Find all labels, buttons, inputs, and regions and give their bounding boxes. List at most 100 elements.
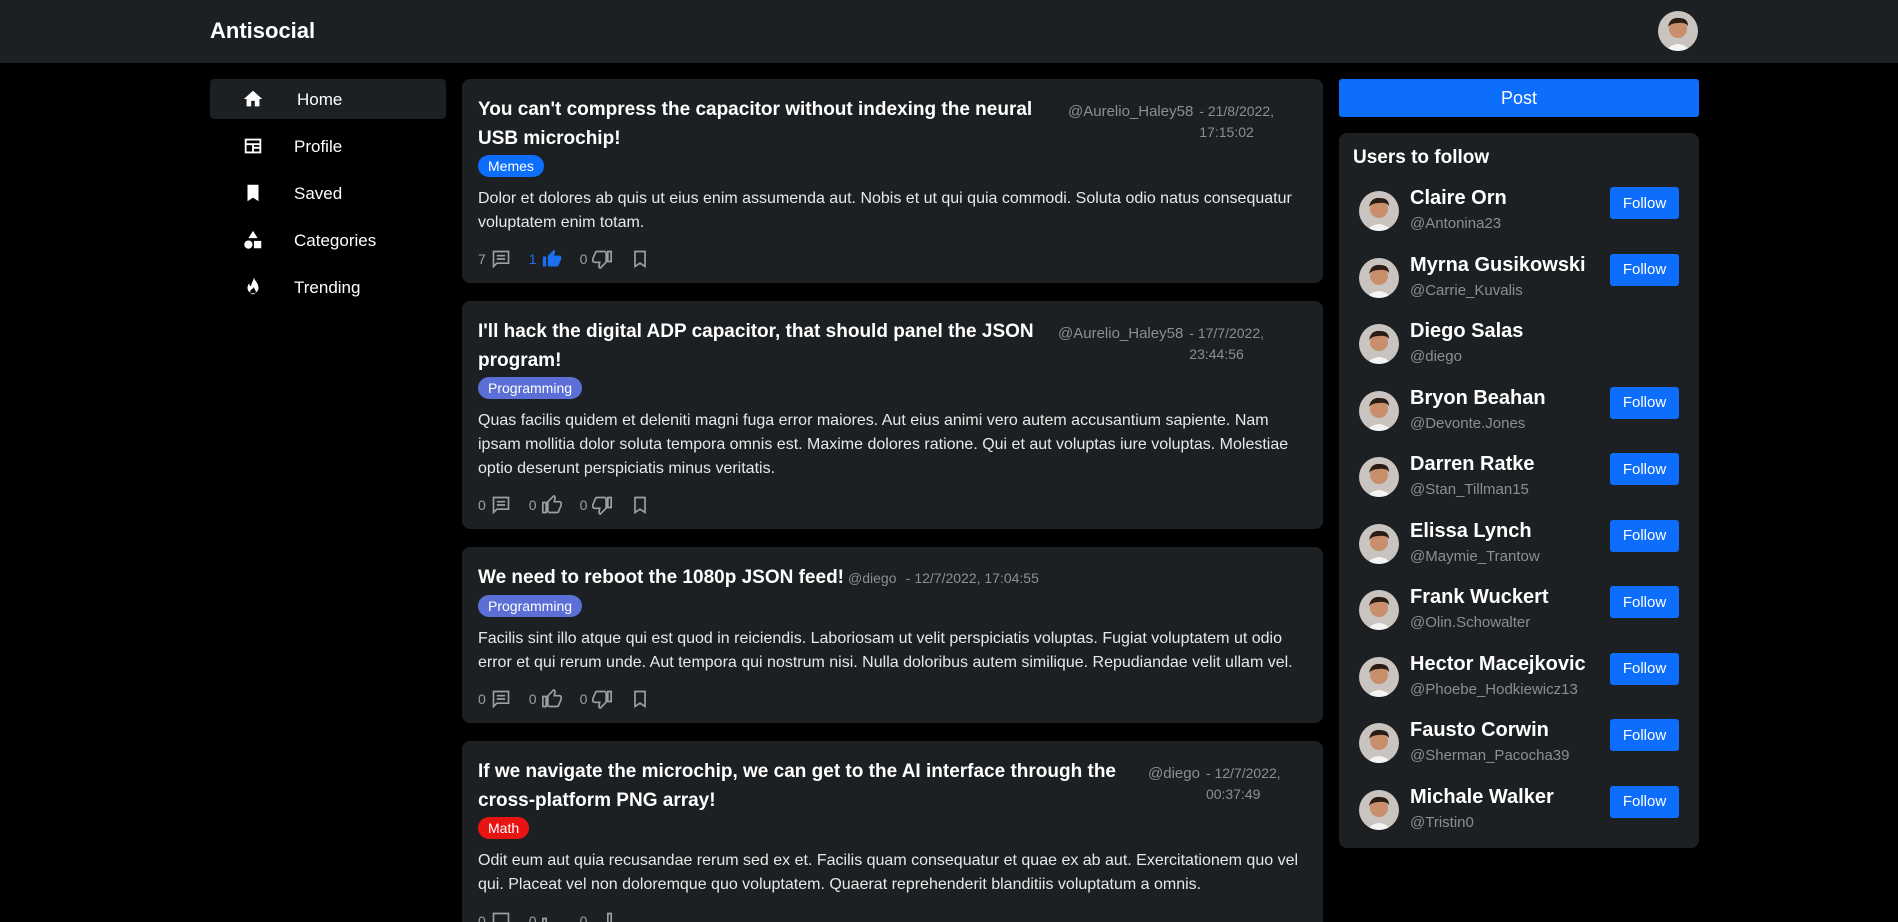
follow-button[interactable]: Follow: [1610, 785, 1679, 818]
sidebar-nav: Home Profile Saved Categories Trending: [210, 79, 446, 314]
avatar-image: [1658, 11, 1698, 51]
user-avatar[interactable]: [1359, 723, 1399, 763]
user-handle: @diego: [1410, 348, 1462, 365]
save-post-button[interactable]: [630, 495, 650, 515]
save-post-button[interactable]: [630, 249, 650, 269]
sidebar-item-trending[interactable]: Trending: [210, 267, 446, 307]
user-avatar[interactable]: [1658, 11, 1698, 51]
follow-button[interactable]: Follow: [1610, 719, 1679, 751]
post-title[interactable]: If we navigate the microchip, we can get…: [478, 757, 1138, 815]
comment-button[interactable]: 0: [478, 689, 511, 709]
post-header: I'll hack the digital ADP capacitor, tha…: [478, 317, 1307, 375]
user-avatar[interactable]: [1359, 324, 1399, 364]
post-title[interactable]: I'll hack the digital ADP capacitor, tha…: [478, 317, 1048, 375]
user-name[interactable]: Diego Salas: [1410, 320, 1523, 343]
follow-user-row: Claire Orn @Antonina23 Follow: [1353, 183, 1685, 250]
user-handle: @Devonte.Jones: [1410, 414, 1526, 432]
follow-button[interactable]: Follow: [1610, 453, 1679, 485]
user-avatar[interactable]: [1359, 590, 1399, 630]
post-actions: 0 0 0: [478, 689, 1307, 709]
app-title[interactable]: Antisocial: [210, 18, 315, 44]
follow-button[interactable]: Follow: [1610, 253, 1679, 286]
sidebar-item-label: Profile: [294, 137, 343, 156]
post-title[interactable]: We need to reboot the 1080p JSON feed!: [478, 567, 844, 588]
user-name[interactable]: Elissa Lynch: [1410, 520, 1532, 543]
user-avatar[interactable]: [1359, 656, 1399, 697]
post-date: - 12/7/2022, 00:37:49: [1205, 765, 1281, 802]
sidebar-item-label: Home: [297, 90, 343, 109]
dislike-button[interactable]: 0: [580, 689, 613, 709]
post-title[interactable]: You can't compress the capacitor without…: [478, 95, 1058, 153]
comment-count: 0: [478, 497, 486, 513]
follow-user-row: Elissa Lynch @Maymie_Trantow Follow: [1353, 516, 1685, 583]
user-name[interactable]: Michale Walker: [1410, 786, 1554, 809]
thumbs-up-icon: [542, 249, 561, 267]
save-post-button[interactable]: [630, 689, 650, 709]
category-tag[interactable]: Memes: [478, 155, 544, 177]
follow-user-row: Michale Walker @Tristin0 Follow: [1353, 782, 1685, 849]
post-author[interactable]: @Aurelio_Haley58: [1058, 325, 1183, 342]
like-count: 0: [528, 691, 537, 707]
user-name[interactable]: Bryon Beahan: [1410, 387, 1546, 410]
follow-button[interactable]: Follow: [1610, 652, 1679, 685]
comment-icon: [492, 912, 510, 922]
like-button[interactable]: 0: [529, 689, 562, 709]
user-avatar[interactable]: [1359, 523, 1399, 564]
sidebar-item-categories[interactable]: Categories: [210, 220, 446, 260]
post-feed: You can't compress the capacitor without…: [462, 79, 1323, 922]
sidebar-item-label: Categories: [294, 231, 377, 250]
like-button[interactable]: 1: [529, 249, 562, 269]
comment-count: 7: [478, 251, 486, 267]
user-name[interactable]: Myrna Gusikowski: [1410, 254, 1586, 277]
post-actions: 0 0 0: [478, 495, 1307, 515]
user-avatar[interactable]: [1359, 257, 1399, 298]
comment-icon: [492, 250, 510, 269]
comment-button[interactable]: 0: [478, 911, 511, 922]
user-avatar[interactable]: [1359, 457, 1399, 497]
post-author[interactable]: @diego: [848, 570, 896, 586]
category-tag[interactable]: Math: [478, 817, 530, 839]
bookmark-outline-icon: [634, 690, 647, 709]
like-button[interactable]: 0: [529, 911, 562, 922]
user-name[interactable]: Frank Wuckert: [1410, 586, 1549, 609]
post-author[interactable]: @diego: [1148, 765, 1200, 782]
follow-button[interactable]: Follow: [1610, 187, 1679, 219]
post-header: You can't compress the capacitor without…: [478, 95, 1307, 153]
category-tag[interactable]: Programming: [478, 377, 583, 399]
post-author[interactable]: @Aurelio_Haley58: [1068, 103, 1193, 120]
follow-button[interactable]: Follow: [1610, 586, 1679, 618]
dislike-count: 0: [579, 497, 588, 513]
user-avatar[interactable]: [1359, 191, 1399, 231]
post-body: Dolor et dolores ab quis ut eius enim as…: [478, 190, 1292, 231]
follow-panel-title: Users to follow: [1353, 147, 1490, 168]
category-tag[interactable]: Programming: [478, 595, 583, 617]
sidebar-item-profile[interactable]: Profile: [210, 126, 446, 166]
comment-button[interactable]: 7: [478, 249, 511, 269]
user-name[interactable]: Fausto Corwin: [1410, 719, 1549, 742]
follow-button[interactable]: Follow: [1610, 386, 1679, 419]
dislike-count: 0: [579, 691, 588, 707]
like-button[interactable]: 0: [529, 495, 562, 515]
new-post-button[interactable]: Post: [1339, 79, 1699, 117]
user-name[interactable]: Hector Macejkovic: [1410, 653, 1586, 676]
dislike-button[interactable]: 0: [580, 249, 613, 269]
user-avatar[interactable]: [1359, 390, 1399, 431]
post-body: Facilis sint illo atque qui est quod in …: [478, 630, 1293, 671]
sidebar-item-label: Saved: [294, 184, 343, 203]
dislike-button[interactable]: 0: [580, 911, 613, 922]
like-count: 1: [528, 251, 537, 267]
categories-icon: [244, 230, 262, 249]
sidebar-item-saved[interactable]: Saved: [210, 173, 446, 213]
sidebar-item-home[interactable]: Home: [210, 79, 446, 119]
follow-button[interactable]: Follow: [1610, 519, 1679, 552]
comment-button[interactable]: 0: [478, 495, 511, 515]
bookmark-icon: [247, 184, 259, 202]
thumbs-down-icon: [607, 912, 613, 922]
user-avatar[interactable]: [1359, 789, 1399, 830]
user-name[interactable]: Darren Ratke: [1410, 453, 1535, 476]
user-name[interactable]: Claire Orn: [1410, 187, 1507, 210]
follow-list: Claire Orn @Antonina23 Follow Myrna Gusikow…: [1353, 183, 1685, 848]
post-actions: 0 0 0: [478, 911, 1307, 922]
follow-user-row: Frank Wuckert @Olin.Schowalter Follow: [1353, 582, 1685, 649]
dislike-button[interactable]: 0: [580, 495, 613, 515]
